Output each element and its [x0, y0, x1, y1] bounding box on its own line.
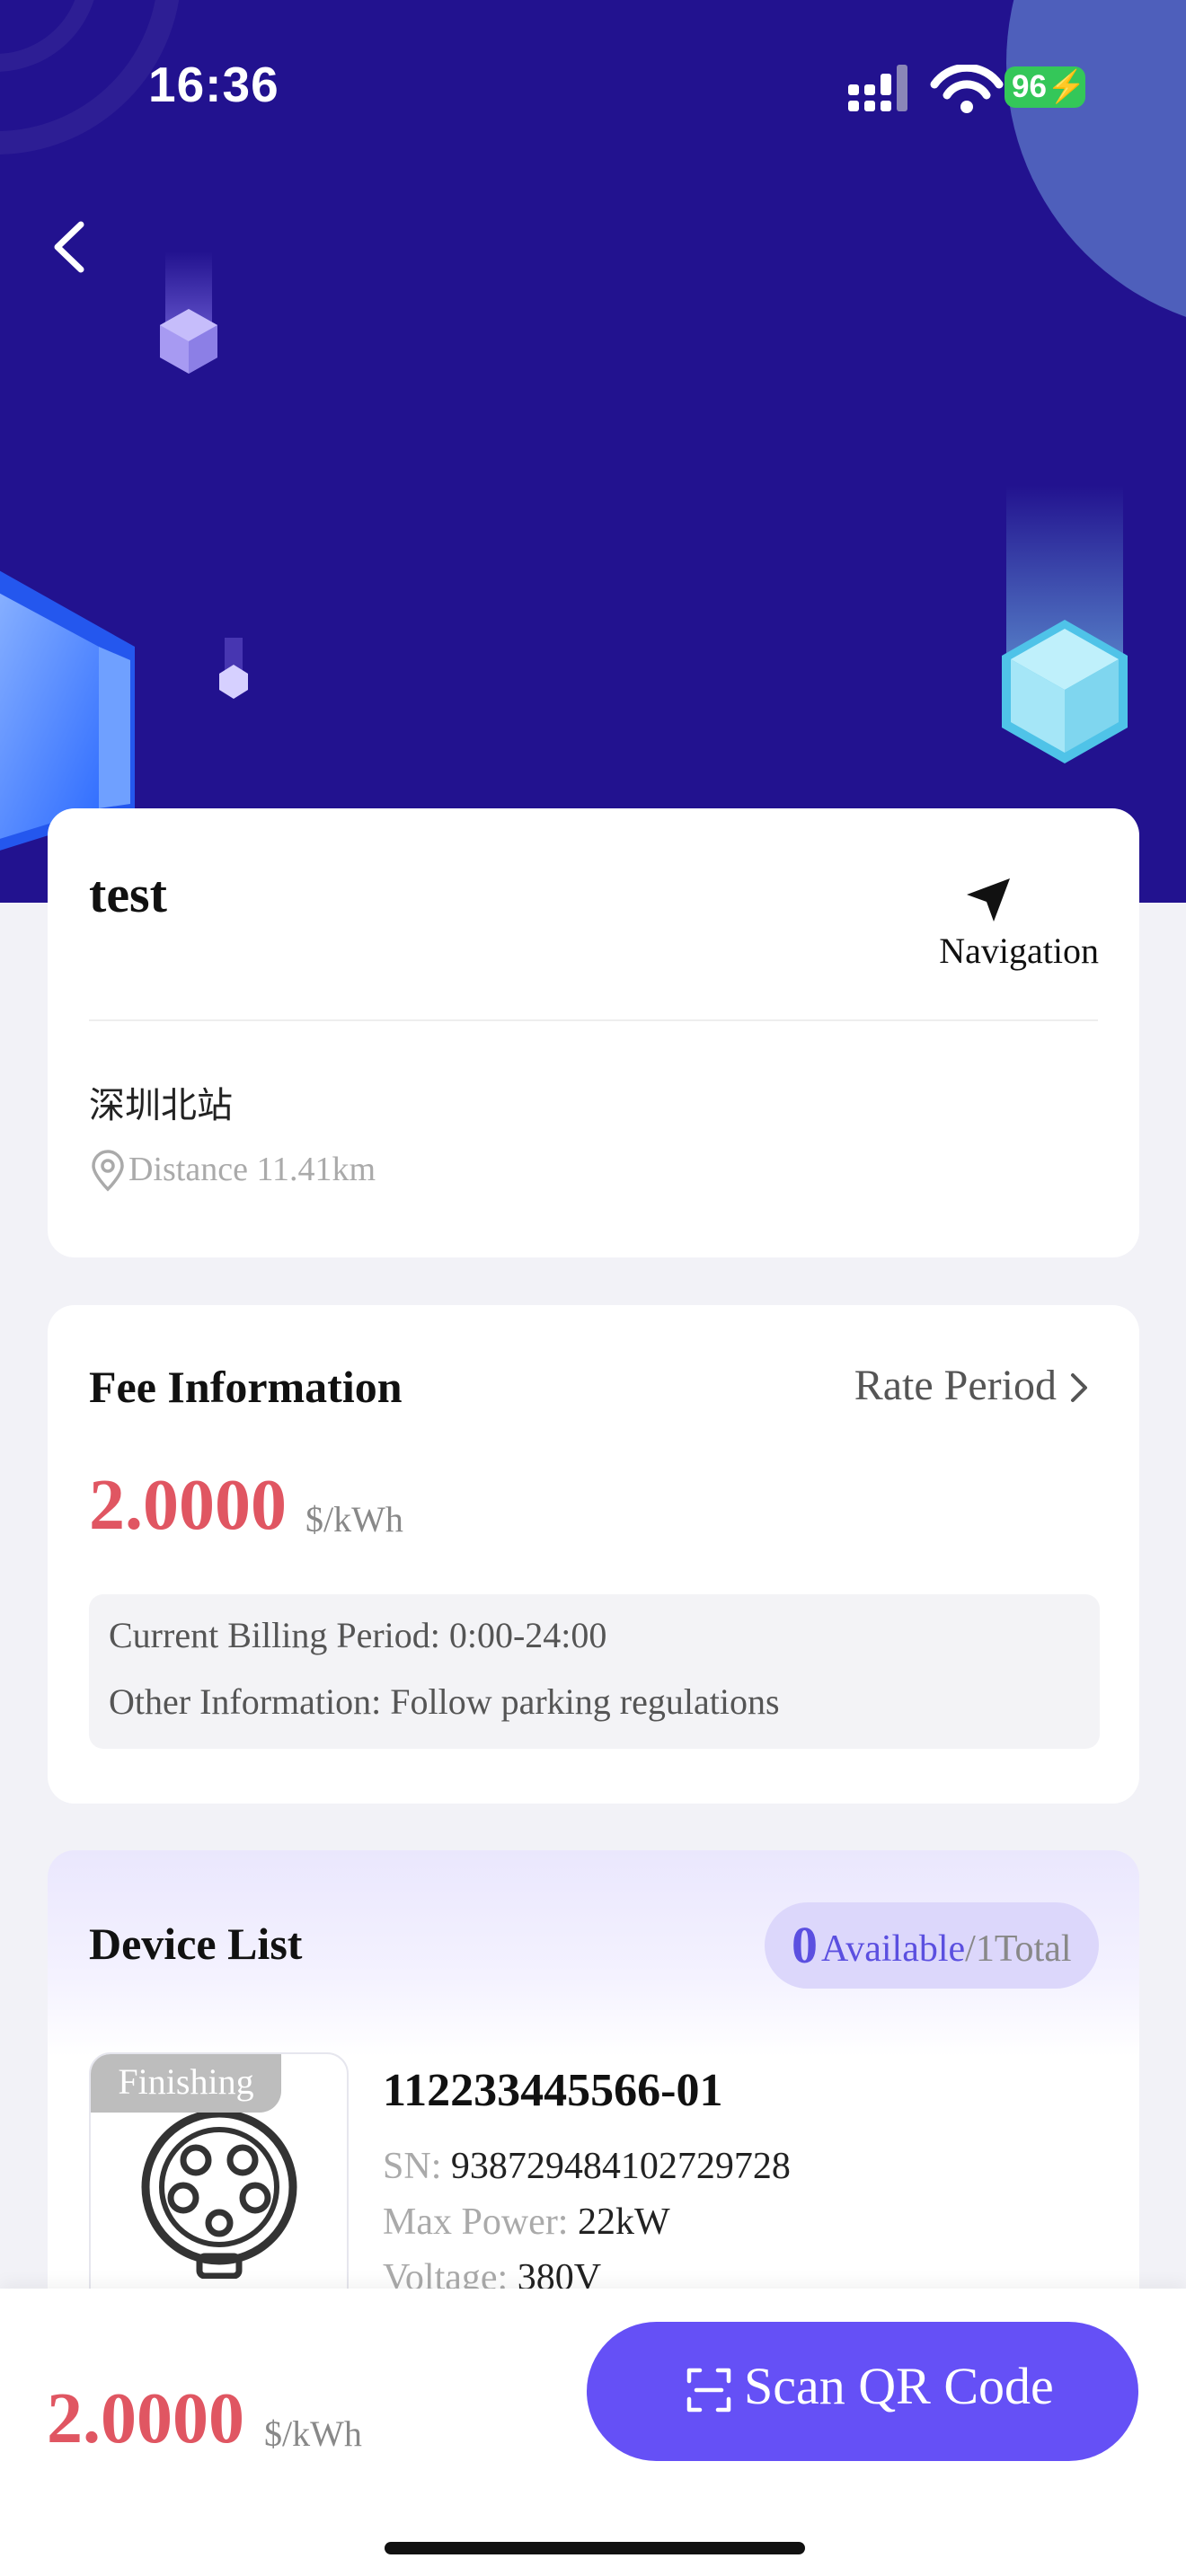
device-list-title: Device List [89, 1919, 303, 1969]
battery-indicator: 96⚡ [1005, 66, 1086, 108]
cube-decoration [1002, 485, 1128, 763]
billing-info-box: Current Billing Period: 0:00-24:00 Other… [89, 1594, 1100, 1749]
fee-title: Fee Information [89, 1362, 403, 1412]
decor-circle [1006, 0, 1186, 332]
fee-unit: $/kWh [305, 1499, 403, 1539]
billing-period-label: Current Billing Period: [109, 1615, 440, 1655]
device-sn-value: 938729484102729728 [450, 2146, 791, 2187]
back-arrow-icon[interactable] [45, 214, 99, 281]
device-id: 112233445566-01 [383, 2065, 723, 2116]
device-image: Finishing [89, 2052, 349, 2325]
connector-plug-icon [141, 2109, 297, 2279]
cube-decoration [219, 638, 248, 699]
available-label: Available [821, 1928, 966, 1970]
other-info-line: Other Information: Follow parking regula… [109, 1681, 780, 1723]
bottom-unit: $/kWh [264, 2413, 362, 2454]
device-status-badge: Finishing [91, 2054, 281, 2113]
billing-period-value: 0:00-24:00 [448, 1615, 607, 1655]
charging-icon: ⚡ [1046, 69, 1086, 104]
device-sn-label: SN: [383, 2146, 442, 2187]
device-power-label: Max Power: [383, 2201, 569, 2243]
fee-card: Fee Information Rate Period 2.0000 $/kWh… [48, 1305, 1139, 1804]
hero-banner: 16:36 96⚡ [0, 0, 1186, 903]
station-card: test Navigation 深圳北站 Distance 11.41km [48, 808, 1139, 1257]
device-sn-line: SN: 938729484102729728 [383, 2145, 791, 2188]
bottom-action-bar: 2.0000 $/kWh Scan QR Code [0, 2289, 1186, 2576]
rate-period-label: Rate Period [854, 1362, 1057, 1409]
other-info-label: Other Information: [109, 1681, 382, 1722]
scan-qr-button[interactable]: Scan QR Code [587, 2322, 1138, 2461]
cube-decoration [160, 251, 217, 374]
home-indicator [385, 2542, 805, 2554]
divider [89, 1019, 1098, 1021]
available-count: 0 [792, 1916, 818, 1974]
station-name: test [89, 865, 167, 923]
station-address: 深圳北站 [89, 1085, 233, 1126]
rate-period-link[interactable]: Rate Period [843, 1350, 1139, 1422]
total-label: /1Total [965, 1928, 1072, 1970]
billing-period-line: Current Billing Period: 0:00-24:00 [109, 1614, 606, 1656]
device-power-value: 22kW [577, 2201, 670, 2243]
navigation-button[interactable]: Navigation [892, 871, 1099, 971]
navigation-label: Navigation [939, 931, 1099, 971]
navigation-arrow-icon [967, 878, 1010, 922]
battery-level: 96 [1012, 69, 1047, 104]
scan-qr-label: Scan QR Code [744, 2357, 1054, 2415]
availability-badge: 0 Available/1Total [765, 1902, 1099, 1989]
device-power-line: Max Power: 22kW [383, 2201, 670, 2244]
bottom-price: 2.0000 [47, 2379, 244, 2458]
location-pin-icon [92, 1150, 124, 1192]
chevron-right-icon [1071, 1373, 1087, 1402]
status-time: 16:36 [148, 57, 279, 112]
scan-icon [686, 2368, 731, 2413]
station-distance: Distance 11.41km [128, 1151, 376, 1188]
availability-text: Available/1Total [821, 1928, 1072, 1971]
other-info-value: Follow parking regulations [390, 1681, 780, 1722]
fee-price: 2.0000 [89, 1466, 287, 1545]
